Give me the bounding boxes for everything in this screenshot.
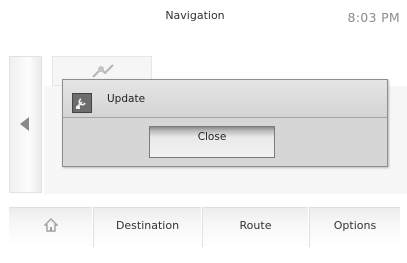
close-button[interactable]: Close: [149, 126, 275, 158]
tab-destination[interactable]: Destination: [93, 207, 201, 247]
bottom-tab-bar: Destination Route Options: [9, 207, 400, 247]
tab-options[interactable]: Options: [309, 207, 400, 247]
home-icon: [42, 218, 59, 232]
dialog-title: Update: [107, 93, 146, 105]
page-title: Navigation: [165, 9, 225, 22]
tab-route[interactable]: Route: [202, 207, 308, 247]
tab-home[interactable]: [9, 207, 92, 247]
dialog-body: Close: [63, 118, 387, 166]
update-icon: [72, 93, 92, 113]
clock: 8:03 PM: [347, 10, 400, 25]
update-dialog: Update Close: [62, 79, 388, 167]
back-button[interactable]: [9, 56, 42, 193]
triangle-left-icon: [20, 117, 29, 131]
dialog-header: Update: [63, 80, 387, 118]
